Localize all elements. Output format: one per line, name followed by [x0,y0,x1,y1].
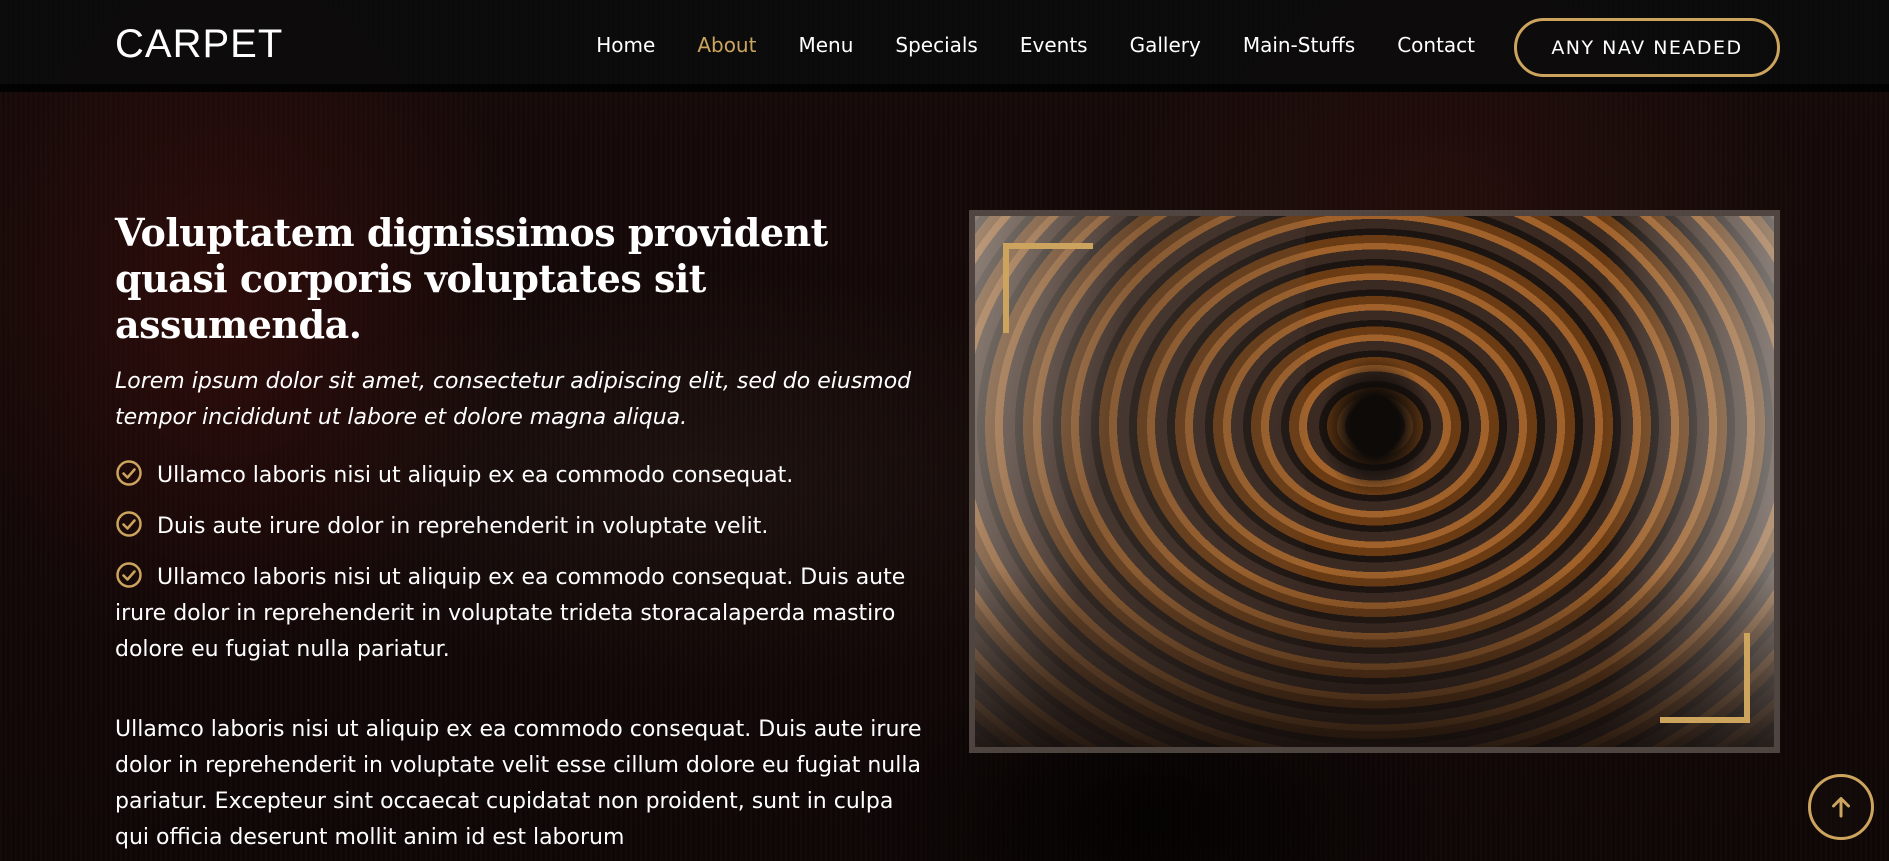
list-item: Ullamco laboris nisi ut aliquip ex ea co… [115,560,925,668]
list-item: Duis aute irure dolor in reprehenderit i… [115,509,925,545]
main-nav: Home About Menu Specials Events Gallery … [554,33,1475,57]
list-item: Ullamco laboris nisi ut aliquip ex ea co… [115,458,925,494]
nav-item-events[interactable]: Events [1020,33,1088,57]
check-circle-icon [116,562,142,588]
nav-item-main-stuffs[interactable]: Main-Stuffs [1243,33,1355,57]
nav-item-specials[interactable]: Specials [895,33,977,57]
site-header: CARPET Home About Menu Specials Events G… [0,0,1889,92]
corner-accent-bottom-right [1660,633,1750,723]
nav-item-gallery[interactable]: Gallery [1130,33,1201,57]
check-item-text: Ullamco laboris nisi ut aliquip ex ea co… [115,565,906,662]
nav-item-home[interactable]: Home [596,33,655,57]
check-circle-icon [116,460,142,486]
nav-item-menu[interactable]: Menu [798,33,853,57]
about-lead: Lorem ipsum dolor sit amet, consectetur … [115,369,912,430]
check-list: Ullamco laboris nisi ut aliquip ex ea co… [115,458,925,668]
check-item-text: Ullamco laboris nisi ut aliquip ex ea co… [157,463,794,488]
about-image-frame [969,210,1780,753]
about-title: Voluptatem dignissimos provident quasi c… [115,210,828,347]
cta-button[interactable]: ANY NAV NEADED [1514,18,1780,77]
check-item-text: Duis aute irure dolor in reprehenderit i… [157,514,769,539]
nav-item-contact[interactable]: Contact [1397,33,1475,57]
corner-accent-top-left [1003,243,1093,333]
nav-item-about[interactable]: About [697,33,756,57]
check-circle-icon [116,511,142,537]
about-paragraph: Ullamco laboris nisi ut aliquip ex ea co… [115,717,922,850]
arrow-up-icon [1832,797,1850,818]
about-content: Voluptatem dignissimos provident quasi c… [115,210,925,856]
back-to-top-button[interactable] [1808,774,1874,840]
site-logo[interactable]: CARPET [115,22,283,67]
